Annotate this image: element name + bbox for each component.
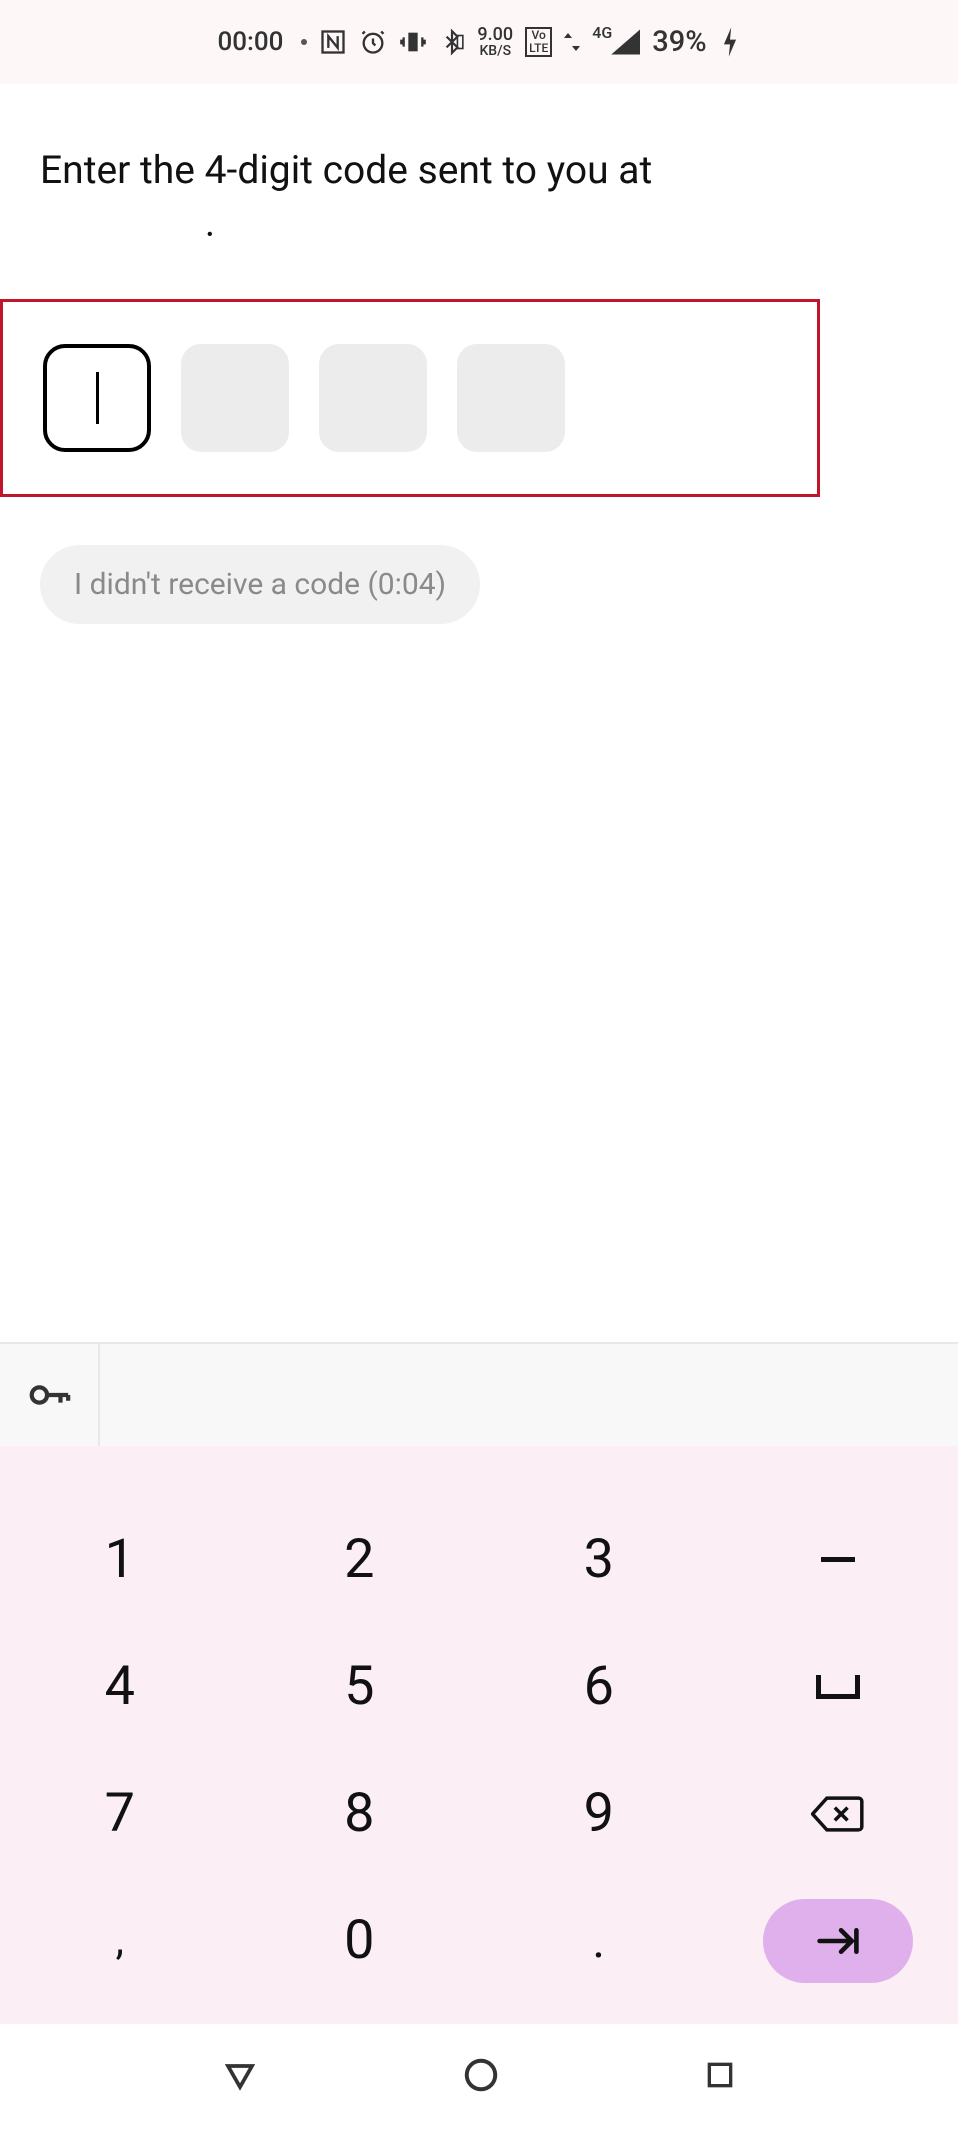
nav-back[interactable] <box>222 2057 258 2097</box>
status-bar: 00:00 9.00 KB/S Vo LTE 4G 39% <box>0 0 958 84</box>
status-separator-dot <box>301 39 307 45</box>
code-digit-1[interactable] <box>43 344 151 452</box>
vibrate-icon <box>399 28 427 56</box>
alarm-icon <box>359 28 387 56</box>
volte-icon: Vo LTE <box>525 27 552 57</box>
nav-home[interactable] <box>462 2056 500 2098</box>
code-digit-4[interactable] <box>457 344 565 452</box>
keyboard-suggestion-bar <box>0 1342 958 1446</box>
key-3[interactable]: 3 <box>479 1496 719 1623</box>
key-1[interactable]: 1 <box>0 1496 240 1623</box>
page-heading: Enter the 4-digit code sent to you at . <box>40 144 900 249</box>
code-digit-3[interactable] <box>319 344 427 452</box>
android-navbar <box>0 2024 958 2129</box>
key-4[interactable]: 4 <box>0 1623 240 1750</box>
key-period[interactable]: . <box>479 1877 719 2004</box>
battery-percentage: 39% <box>652 25 706 59</box>
code-digit-2[interactable] <box>181 344 289 452</box>
signal-icon <box>610 29 640 55</box>
code-input-row <box>43 344 777 452</box>
key-backspace[interactable] <box>719 1750 958 1877</box>
nfc-icon <box>319 28 347 56</box>
data-arrows-icon <box>564 30 580 54</box>
key-8[interactable]: 8 <box>240 1750 480 1877</box>
status-time: 00:00 <box>217 27 283 57</box>
network-type: 4G <box>592 23 612 42</box>
nav-recent[interactable] <box>704 2059 736 2095</box>
key-space[interactable] <box>719 1623 958 1750</box>
key-0[interactable]: 0 <box>240 1877 480 2004</box>
password-manager-key[interactable] <box>0 1344 100 1446</box>
main-content: Enter the 4-digit code sent to you at . … <box>0 84 958 624</box>
key-7[interactable]: 7 <box>0 1750 240 1877</box>
key-9[interactable]: 9 <box>479 1750 719 1877</box>
numeric-keyboard: 1 2 3 4 5 6 7 8 9 , 0 . <box>0 1446 958 2024</box>
key-enter[interactable] <box>719 1877 958 2004</box>
masked-phone: . <box>40 197 380 250</box>
data-rate-indicator: 9.00 KB/S <box>477 26 513 58</box>
key-dash[interactable] <box>719 1496 958 1623</box>
key-5[interactable]: 5 <box>240 1623 480 1750</box>
key-comma[interactable]: , <box>0 1877 240 2004</box>
battery-charging-icon <box>719 25 741 59</box>
text-cursor <box>96 372 99 424</box>
bluetooth-icon <box>439 27 465 57</box>
resend-code-button[interactable]: I didn't receive a code (0:04) <box>40 545 480 624</box>
key-2[interactable]: 2 <box>240 1496 480 1623</box>
key-6[interactable]: 6 <box>479 1623 719 1750</box>
code-entry-highlight <box>0 299 820 497</box>
